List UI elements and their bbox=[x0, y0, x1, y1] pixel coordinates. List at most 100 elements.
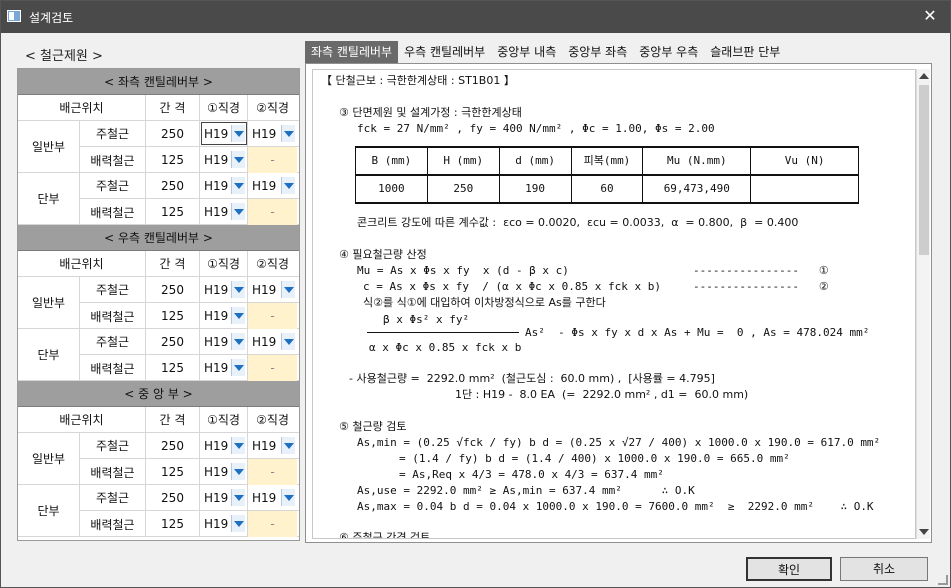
dropdown-arrow-icon[interactable] bbox=[281, 177, 295, 194]
dropdown-arrow-icon[interactable] bbox=[231, 515, 245, 532]
report-text[interactable]: 【 단철근보 : 극한한계상태 : ST1B01 】 ③ 단면제원 및 설계가정… bbox=[312, 69, 916, 539]
group-block: 단부 주철근 250 H19 H19 배력철근 125 H19 - bbox=[18, 485, 299, 537]
group-block: 일반부 주철근 250 H19 H19 배력철근 125 H19 - bbox=[18, 277, 299, 329]
fraction-bar bbox=[367, 332, 519, 333]
rebar-type: 배력철근 bbox=[80, 459, 146, 485]
scroll-thumb[interactable] bbox=[919, 85, 929, 255]
as-min-1: As,min = (0.25 √fck / fy) b d = (0.25 x … bbox=[357, 436, 881, 449]
dropdown-arrow-icon[interactable] bbox=[231, 203, 245, 220]
spacing-cell[interactable]: 125 bbox=[146, 199, 200, 225]
dropdown-arrow-icon[interactable] bbox=[231, 125, 245, 142]
as-max-check: As,max = 0.04 b d = 0.04 x 1000.0 x 190.… bbox=[357, 500, 874, 513]
dia1-select[interactable]: H19 bbox=[200, 121, 248, 146]
scroll-up-icon[interactable] bbox=[917, 69, 931, 83]
dia1-select[interactable]: H19 bbox=[200, 459, 248, 485]
dropdown-arrow-icon[interactable] bbox=[231, 437, 245, 454]
rebar-type: 배력철근 bbox=[80, 355, 146, 381]
concrete-coefficients: 콘크리트 강도에 따른 계수값 : εco = 0.0020, εcu = 0.… bbox=[357, 216, 799, 229]
dia2-cell[interactable]: - bbox=[248, 303, 297, 329]
dropdown-arrow-icon[interactable] bbox=[231, 151, 245, 168]
cancel-button[interactable]: 취소 bbox=[840, 557, 928, 581]
section-header: < 우측 캔틸레버부 > bbox=[18, 225, 299, 251]
spacing-cell[interactable]: 250 bbox=[146, 121, 200, 146]
group-block: 단부 주철근 250 H19 H19 배력철근 125 H19 - bbox=[18, 173, 299, 225]
dropdown-arrow-icon[interactable] bbox=[231, 281, 245, 298]
dia2-cell[interactable]: - bbox=[248, 355, 297, 381]
header-spacing: 간 격 bbox=[146, 95, 200, 120]
section-table: B (mm) H (mm) d (mm) 피복(mm) Mu (N.mm) Vu (N) … bbox=[355, 146, 859, 204]
spacing-cell[interactable]: 250 bbox=[146, 277, 200, 302]
spacing-cell[interactable]: 125 bbox=[146, 511, 200, 537]
equation-1-tag: ---------------- ① bbox=[693, 264, 829, 277]
tab-5[interactable]: 슬래브판 단부 bbox=[704, 41, 786, 63]
dia2-cell[interactable]: - bbox=[248, 199, 297, 225]
dropdown-arrow-icon[interactable] bbox=[231, 359, 245, 376]
spacing-cell[interactable]: 125 bbox=[146, 303, 200, 329]
dia2-select[interactable]: H19 bbox=[248, 121, 297, 146]
dia1-select[interactable]: H19 bbox=[200, 329, 248, 354]
rebar-type: 배력철근 bbox=[80, 147, 146, 173]
equation-3: 식②를 식①에 대입하여 이차방정식으로 As를 구한다 bbox=[363, 296, 606, 309]
spacing-cell[interactable]: 250 bbox=[146, 485, 200, 510]
table-value-cell: 250 bbox=[426, 174, 500, 204]
section-5-title: ⑤ 철근량 검토 bbox=[339, 420, 407, 433]
ok-button[interactable]: 확인 bbox=[746, 557, 832, 581]
dia1-select[interactable]: H19 bbox=[200, 199, 248, 225]
tab-4[interactable]: 중앙부 우측 bbox=[633, 41, 704, 63]
table-value-cell: 190 bbox=[498, 174, 572, 204]
dropdown-arrow-icon[interactable] bbox=[231, 463, 245, 480]
spacing-cell[interactable]: 125 bbox=[146, 147, 200, 173]
scroll-down-icon[interactable] bbox=[917, 525, 931, 539]
dia1-select[interactable]: H19 bbox=[200, 485, 248, 510]
rebar-type: 주철근 bbox=[80, 121, 146, 146]
dia1-select[interactable]: H19 bbox=[200, 511, 248, 537]
dia2-cell[interactable]: - bbox=[248, 511, 297, 537]
dropdown-arrow-icon[interactable] bbox=[281, 437, 295, 454]
dropdown-arrow-icon[interactable] bbox=[281, 125, 295, 142]
dia1-select[interactable]: H19 bbox=[200, 433, 248, 458]
tab-0[interactable]: 좌측 캔틸레버부 bbox=[305, 41, 399, 63]
spacing-cell[interactable]: 250 bbox=[146, 433, 200, 458]
dia1-select[interactable]: H19 bbox=[200, 303, 248, 329]
dia2-select[interactable]: H19 bbox=[248, 485, 297, 510]
spacing-cell[interactable]: 250 bbox=[146, 329, 200, 354]
header-position: 배근위치 bbox=[18, 251, 146, 276]
column-header-row: 배근위치 간 격 ①직경 ②직경 bbox=[18, 95, 299, 121]
resize-grip-icon[interactable] bbox=[938, 575, 948, 585]
dia2-select[interactable]: H19 bbox=[248, 173, 297, 198]
spacing-cell[interactable]: 125 bbox=[146, 459, 200, 485]
dia1-value: H19 bbox=[204, 334, 229, 349]
dia1-value: H19 bbox=[204, 465, 229, 479]
header-dia2: ②직경 bbox=[256, 413, 289, 427]
dia2-cell[interactable]: - bbox=[248, 459, 297, 485]
rebar-type: 주철근 bbox=[80, 277, 146, 302]
tab-3[interactable]: 중앙부 좌측 bbox=[562, 41, 633, 63]
rebar-row: 배력철근 125 H19 - bbox=[80, 147, 299, 173]
dia1-select[interactable]: H19 bbox=[200, 147, 248, 173]
title-bar[interactable]: 설계검토 ✕ bbox=[1, 1, 950, 33]
tab-1[interactable]: 우측 캔틸레버부 bbox=[398, 41, 491, 63]
spacing-cell[interactable]: 125 bbox=[146, 355, 200, 381]
dropdown-arrow-icon[interactable] bbox=[231, 177, 245, 194]
dia2-select[interactable]: H19 bbox=[248, 329, 297, 354]
dia2-cell[interactable]: - bbox=[248, 147, 297, 173]
dia1-select[interactable]: H19 bbox=[200, 355, 248, 381]
vertical-scrollbar[interactable] bbox=[916, 69, 930, 539]
tab-2[interactable]: 중앙부 내측 bbox=[491, 41, 562, 63]
dia1-select[interactable]: H19 bbox=[200, 173, 248, 198]
dia2-value: H19 bbox=[252, 438, 277, 453]
rebar-row: 주철근 250 H19 H19 bbox=[80, 121, 299, 147]
dropdown-arrow-icon[interactable] bbox=[281, 489, 295, 506]
dropdown-arrow-icon[interactable] bbox=[231, 489, 245, 506]
dia2-select[interactable]: H19 bbox=[248, 433, 297, 458]
table-value-cell: 69,473,490 bbox=[642, 174, 752, 204]
dia1-value: H19 bbox=[204, 178, 229, 193]
close-button[interactable]: ✕ bbox=[918, 5, 942, 27]
dropdown-arrow-icon[interactable] bbox=[231, 307, 245, 324]
dropdown-arrow-icon[interactable] bbox=[231, 333, 245, 350]
dia2-select[interactable]: H19 bbox=[248, 277, 297, 302]
dropdown-arrow-icon[interactable] bbox=[281, 281, 295, 298]
spacing-cell[interactable]: 250 bbox=[146, 173, 200, 198]
dia1-select[interactable]: H19 bbox=[200, 277, 248, 302]
dropdown-arrow-icon[interactable] bbox=[281, 333, 295, 350]
